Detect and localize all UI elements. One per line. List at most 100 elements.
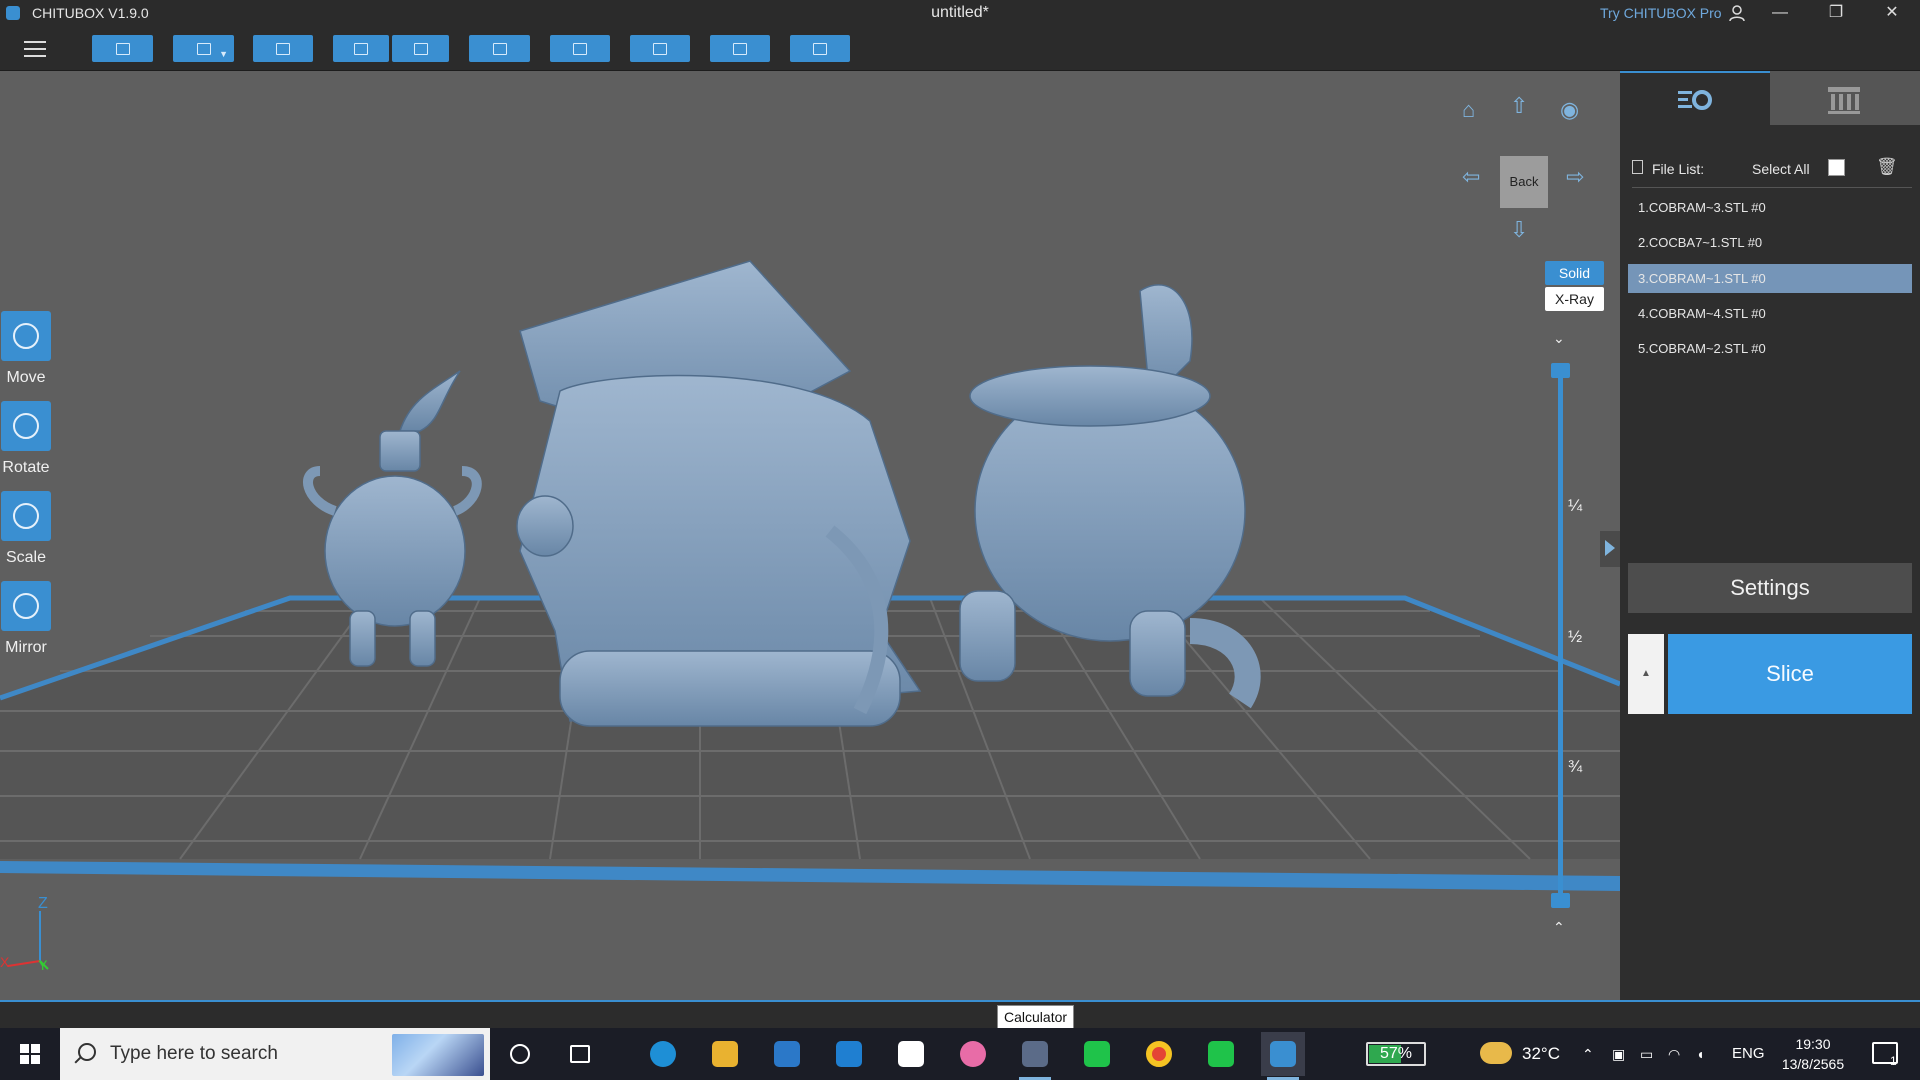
task-view-button[interactable] [558,1032,602,1076]
file-list-item[interactable]: 1.COBRAM~3.STL #0 [1628,193,1912,222]
tray-device-icon[interactable]: ▣ [1612,1028,1625,1080]
left-view-arrow-icon[interactable]: ⇦ [1462,164,1480,190]
layer-slider-track[interactable] [1558,371,1563,901]
minimize-button[interactable]: — [1755,0,1805,26]
chevron-down-icon[interactable]: ▼ [219,49,228,59]
select-all-label: Select All [1752,161,1810,177]
delete-icon[interactable]: 🗑 [1876,157,1898,177]
model-pot[interactable] [959,284,1261,709]
file-list-item-selected[interactable]: 3.COBRAM~1.STL #0 [1628,264,1912,293]
line-app[interactable] [1075,1032,1119,1076]
main-toolbar: ▼ [0,26,1920,71]
start-button[interactable] [0,1028,60,1080]
layer-slider-bottom-handle[interactable] [1551,893,1570,908]
scale-button[interactable] [1,491,51,541]
slider-bottom-chevron-icon[interactable]: ⌃ [1553,919,1565,936]
hamburger-menu-button[interactable] [20,36,50,62]
language-indicator[interactable]: ENG [1732,1028,1765,1080]
undo-button[interactable] [333,35,389,62]
wifi-icon[interactable]: ◠ [1668,1028,1680,1080]
taskbar-clock[interactable]: 19:30 13/8/2565 [1778,1034,1848,1074]
top-view-arrow-icon[interactable]: ⇧ [1510,93,1528,119]
view-cube-back[interactable]: Back [1500,156,1548,208]
status-bar [0,1000,1920,1028]
hollow-button[interactable] [710,35,770,62]
solid-mode-button[interactable]: Solid [1545,261,1604,285]
battery-indicator[interactable]: 57% [1366,1042,1426,1066]
volume-icon[interactable]: ◖ [1696,1028,1704,1080]
layer-slider-top-handle[interactable] [1551,363,1570,378]
tab-platform[interactable] [1770,71,1920,125]
search-icon [78,1043,96,1061]
machine-settings-button[interactable] [790,35,850,62]
settings-list-icon [1678,90,1712,110]
music-icon [960,1041,986,1067]
restore-button[interactable]: ❐ [1811,0,1861,26]
mirror-button[interactable] [1,581,51,631]
building-icon [1828,87,1860,114]
bottom-view-arrow-icon[interactable]: ⇩ [1510,217,1528,243]
eye-icon[interactable]: ◉ [1560,97,1579,123]
xray-mode-button[interactable]: X-Ray [1545,287,1604,311]
collapse-panel-button[interactable] [1600,531,1620,567]
cortana-button[interactable] [498,1032,542,1076]
tab-settings[interactable] [1620,71,1770,125]
file-explorer-app[interactable] [703,1032,747,1076]
model-warrior[interactable] [516,260,922,727]
support-button[interactable] [630,35,690,62]
close-button[interactable]: ✕ [1867,0,1917,26]
calculator-app[interactable] [1013,1032,1057,1080]
mirror-icon [13,593,39,619]
temperature-label[interactable]: 32°C [1522,1028,1560,1080]
edge-icon [650,1041,676,1067]
show-hidden-icons-icon[interactable]: ⌃ [1582,1028,1594,1080]
select-all-checkbox[interactable] [1828,159,1845,176]
user-icon[interactable] [1728,4,1746,22]
search-placeholder: Type here to search [110,1043,278,1064]
line-app-2[interactable] [1199,1032,1243,1076]
undo-icon [354,42,368,55]
mail-app[interactable] [827,1032,871,1076]
settings-button[interactable]: Settings [1628,563,1912,613]
file-list-item[interactable]: 2.COCBA7~1.STL #0 [1628,228,1912,257]
right-view-arrow-icon[interactable]: ⇨ [1566,164,1584,190]
clock-time: 19:30 [1795,1036,1831,1052]
axis-gizmo: Z X Y [0,895,49,971]
slider-mark-half: ½ [1568,627,1583,646]
taskbar-search-box[interactable]: Type here to search [60,1028,490,1080]
mirror-tool[interactable]: Mirror [0,581,52,657]
move-label: Move [6,369,46,386]
home-view-icon[interactable]: ⌂ [1462,97,1475,123]
copy-button[interactable] [469,35,530,62]
rotate-button[interactable] [1,401,51,451]
line-icon [1084,1041,1110,1067]
rotate-tool[interactable]: Rotate [0,401,52,477]
open-file-button[interactable] [92,35,153,62]
store-app[interactable] [765,1032,809,1076]
save-button[interactable]: ▼ [173,35,234,62]
chrome-app[interactable] [1137,1032,1181,1076]
windows-taskbar: Type here to search 57% 32°C ⌃ ▣ ▭ ◠ ◖ E… [0,1028,1920,1080]
weather-icon[interactable] [1480,1042,1512,1064]
edge-app[interactable] [641,1032,685,1076]
file-list-header: File List: Select All 🗑 [1632,157,1912,179]
redo-button[interactable] [392,35,449,62]
slider-top-chevron-icon[interactable]: ⌄ [1553,330,1565,347]
slice-options-button[interactable]: ▲ [1628,634,1664,714]
move-button[interactable] [1,311,51,361]
scale-tool[interactable]: Scale [0,491,52,567]
screenshot-button[interactable] [253,35,313,62]
auto-arrange-button[interactable] [550,35,610,62]
axis-y-label: Y [38,957,48,971]
file-list-item[interactable]: 5.COBRAM~2.STL #0 [1628,334,1912,363]
try-pro-link[interactable]: Try CHITUBOX Pro [1600,5,1722,21]
rotate-icon [13,413,39,439]
slice-button[interactable]: Slice [1668,634,1912,714]
chitubox-app[interactable] [1261,1032,1305,1080]
tradingview-app[interactable] [889,1032,933,1076]
file-list-item[interactable]: 4.COBRAM~4.STL #0 [1628,299,1912,328]
tray-battery-icon[interactable]: ▭ [1640,1028,1653,1080]
move-tool[interactable]: Move [0,311,52,387]
3d-viewport[interactable]: Move Rotate Scale Mirror ⌂ ⇧ ◉ ⇦ ⇨ ⇩ Bac… [0,71,1620,1000]
itunes-app[interactable] [951,1032,995,1076]
